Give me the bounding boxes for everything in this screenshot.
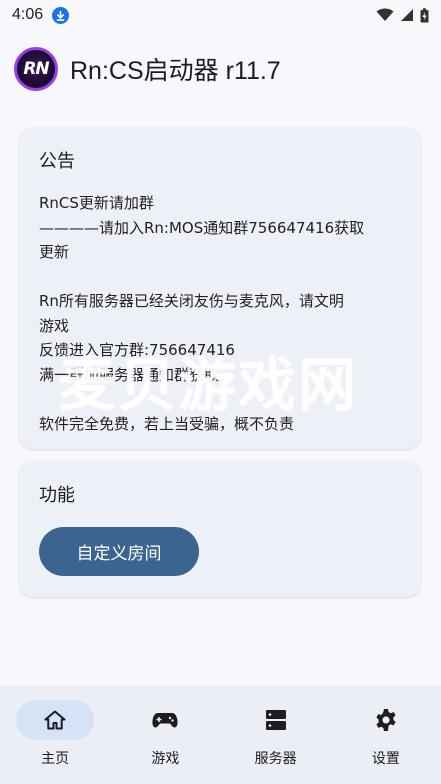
notice-line: 游戏 xyxy=(39,316,70,335)
app-logo-text: RN xyxy=(23,59,49,79)
notice-line: 满一群加服务器通知群获取 xyxy=(39,365,220,384)
nav-item-server[interactable]: 服务器 xyxy=(221,686,331,784)
server-icon xyxy=(265,710,286,730)
signal-icon xyxy=(401,9,413,21)
notice-line: ————请加入Rn:MOS通知群756647416获取 xyxy=(39,218,365,237)
nav-item-settings[interactable]: 设置 xyxy=(331,686,441,784)
nav-label-settings: 设置 xyxy=(371,751,400,767)
gear-icon xyxy=(376,709,396,731)
features-card: 功能 自定义房间 xyxy=(19,461,421,597)
bottom-nav: 主页 游戏 服务器 设置 xyxy=(0,686,441,784)
nav-item-home[interactable]: 主页 xyxy=(0,686,110,784)
app-bar: RN Rn:CS启动器 r11.7 xyxy=(0,40,441,98)
notice-line xyxy=(39,265,401,290)
notice-line: 反馈进入官方群:756647416 xyxy=(39,341,235,359)
custom-room-button[interactable]: 自定义房间 xyxy=(39,527,199,576)
notice-body: RnCS更新请加群 ————请加入Rn:MOS通知群756647416获取 更新… xyxy=(39,191,401,436)
nav-label-server: 服务器 xyxy=(254,751,297,767)
nav-label-game: 游戏 xyxy=(151,751,180,767)
notice-line: 更新 xyxy=(39,243,70,261)
battery-icon xyxy=(420,7,429,22)
nav-item-home-indicator xyxy=(16,700,95,740)
notice-line: Rn所有服务器已经关闭友伤与麦克风，请文明 xyxy=(39,292,344,310)
status-time: 4:06 xyxy=(12,6,44,23)
notice-title: 公告 xyxy=(39,151,75,172)
notice-line xyxy=(39,387,401,412)
status-bar: 4:06 xyxy=(0,0,441,30)
wifi-icon xyxy=(376,8,394,21)
notice-line: RnCS更新请加群 xyxy=(39,194,154,212)
status-icons xyxy=(376,7,429,23)
features-title: 功能 xyxy=(39,485,75,506)
app-logo: RN xyxy=(14,47,58,91)
nav-item-game[interactable]: 游戏 xyxy=(110,686,220,784)
notice-line: 软件完全免费，若上当受骗，概不负责 xyxy=(39,414,295,433)
nav-label-home: 主页 xyxy=(41,751,70,767)
gamepad-icon xyxy=(152,713,178,728)
notice-card: 公告 RnCS更新请加群 ————请加入Rn:MOS通知群756647416获取… xyxy=(19,127,421,449)
app-title: Rn:CS启动器 r11.7 xyxy=(70,57,281,85)
download-icon xyxy=(52,6,70,24)
home-icon xyxy=(44,710,66,730)
